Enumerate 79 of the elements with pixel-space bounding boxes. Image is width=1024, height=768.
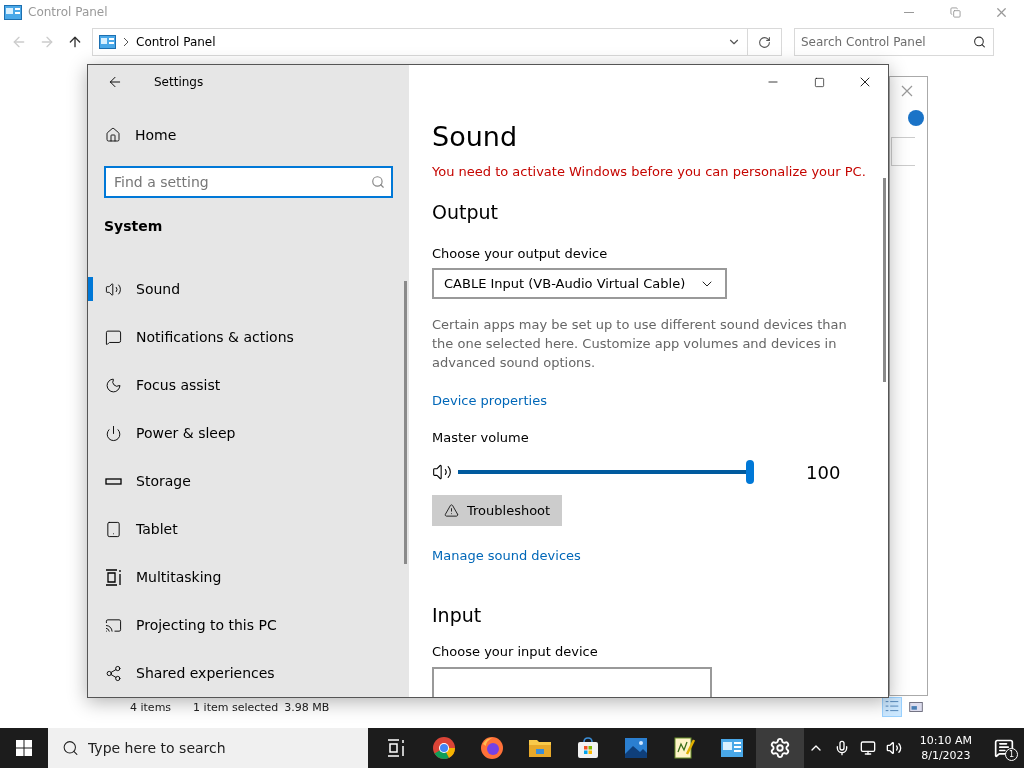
speaker-icon bbox=[105, 280, 122, 298]
volume-reading: 100 bbox=[806, 461, 841, 483]
message-icon bbox=[105, 328, 122, 346]
firefox-icon bbox=[480, 736, 504, 760]
control-panel-icon bbox=[99, 35, 116, 49]
clock[interactable]: 10:10 AM 8/1/2023 bbox=[919, 733, 972, 763]
window-title: Settings bbox=[154, 75, 204, 89]
nav-item[interactable]: Projecting to this PC bbox=[88, 601, 409, 649]
folder-icon bbox=[528, 737, 552, 759]
store-icon bbox=[576, 736, 600, 760]
breadcrumb[interactable]: Control Panel bbox=[136, 35, 721, 49]
control-panel-icon bbox=[720, 737, 744, 759]
volume-icon[interactable] bbox=[885, 740, 902, 756]
search-icon bbox=[973, 35, 986, 49]
windows-icon bbox=[16, 740, 32, 756]
address-bar[interactable]: Control Panel bbox=[92, 28, 782, 56]
selection-status: 1 item selected bbox=[193, 700, 279, 714]
power-icon bbox=[105, 424, 122, 442]
moon-icon bbox=[105, 376, 122, 394]
task-view-icon bbox=[386, 738, 406, 758]
input-field[interactable] bbox=[891, 137, 915, 166]
device-properties-link[interactable]: Device properties bbox=[432, 393, 547, 408]
search-icon bbox=[371, 175, 385, 189]
maximize-icon bbox=[813, 76, 825, 88]
page-title: Sound bbox=[432, 120, 518, 154]
gear-icon bbox=[769, 737, 791, 759]
field-label: Choose your input device bbox=[432, 644, 598, 659]
search-field[interactable]: Find a setting bbox=[104, 166, 393, 198]
notification-icon bbox=[994, 738, 1014, 758]
speaker-icon[interactable] bbox=[432, 462, 452, 482]
warning-icon bbox=[444, 503, 459, 518]
troubleshoot-button[interactable]: Troubleshoot bbox=[432, 495, 563, 526]
chevron-icon bbox=[122, 37, 130, 47]
selection-indicator bbox=[88, 277, 93, 301]
home-label[interactable]: Home bbox=[135, 127, 177, 143]
scrollbar[interactable] bbox=[883, 178, 886, 382]
section-heading: System bbox=[103, 218, 164, 236]
photos-icon bbox=[624, 737, 648, 759]
restore-icon bbox=[949, 6, 961, 18]
input-device-dropdown[interactable] bbox=[432, 667, 712, 697]
nav-item[interactable]: Notifications & actions bbox=[88, 313, 409, 361]
chrome-icon bbox=[432, 736, 456, 760]
window-title: Control Panel bbox=[28, 5, 109, 19]
section-heading: Input bbox=[432, 603, 482, 628]
tablet-icon bbox=[105, 520, 122, 538]
nav-item[interactable]: Focus assist bbox=[88, 361, 409, 409]
volume-slider[interactable] bbox=[456, 460, 754, 484]
minimize-icon bbox=[904, 11, 914, 13]
scrollbar[interactable] bbox=[404, 281, 407, 564]
manage-devices-link[interactable]: Manage sound devices bbox=[432, 548, 581, 563]
share-icon bbox=[105, 664, 122, 682]
nav-item[interactable]: Shared experiences bbox=[88, 649, 409, 697]
output-device-dropdown[interactable]: CABLE Input (VB-Audio Virtual Cable) bbox=[432, 268, 728, 299]
file-size: 3.98 MB bbox=[284, 700, 330, 714]
search-input[interactable]: Type here to search bbox=[48, 728, 368, 768]
arrow-right-icon bbox=[39, 34, 55, 50]
home-link[interactable]: Home bbox=[88, 117, 409, 153]
slider-thumb[interactable] bbox=[745, 460, 754, 484]
notification-count: 1 bbox=[1005, 748, 1018, 761]
activation-warning: You need to activate Windows before you can personalize your PC. bbox=[432, 164, 866, 179]
control-panel-icon bbox=[4, 4, 22, 20]
home-icon bbox=[105, 127, 121, 143]
close-icon[interactable] bbox=[901, 85, 913, 97]
details-view-icon[interactable] bbox=[882, 697, 902, 717]
refresh-icon bbox=[758, 35, 771, 49]
nav-item[interactable]: Storage bbox=[88, 457, 409, 505]
field-label: Choose your output device bbox=[432, 246, 608, 261]
description: Certain apps may be set up to use different sound devices than the one selected here. Customize app volumes and devices in advanced sound options. bbox=[432, 316, 848, 372]
notification-button[interactable]: 1 bbox=[990, 733, 1018, 763]
nav-item[interactable]: Tablet bbox=[88, 505, 409, 553]
item-count: 4 items bbox=[130, 700, 172, 714]
field-label: Master volume bbox=[432, 430, 529, 445]
cast-icon bbox=[105, 616, 122, 634]
section-heading: Output bbox=[432, 200, 498, 225]
taskbar-button[interactable] bbox=[756, 728, 804, 768]
notepad-icon bbox=[673, 736, 695, 760]
multitasking-icon bbox=[105, 568, 122, 586]
nav-item[interactable]: Multitasking bbox=[88, 553, 409, 601]
nav-item[interactable]: Power & sleep bbox=[88, 409, 409, 457]
